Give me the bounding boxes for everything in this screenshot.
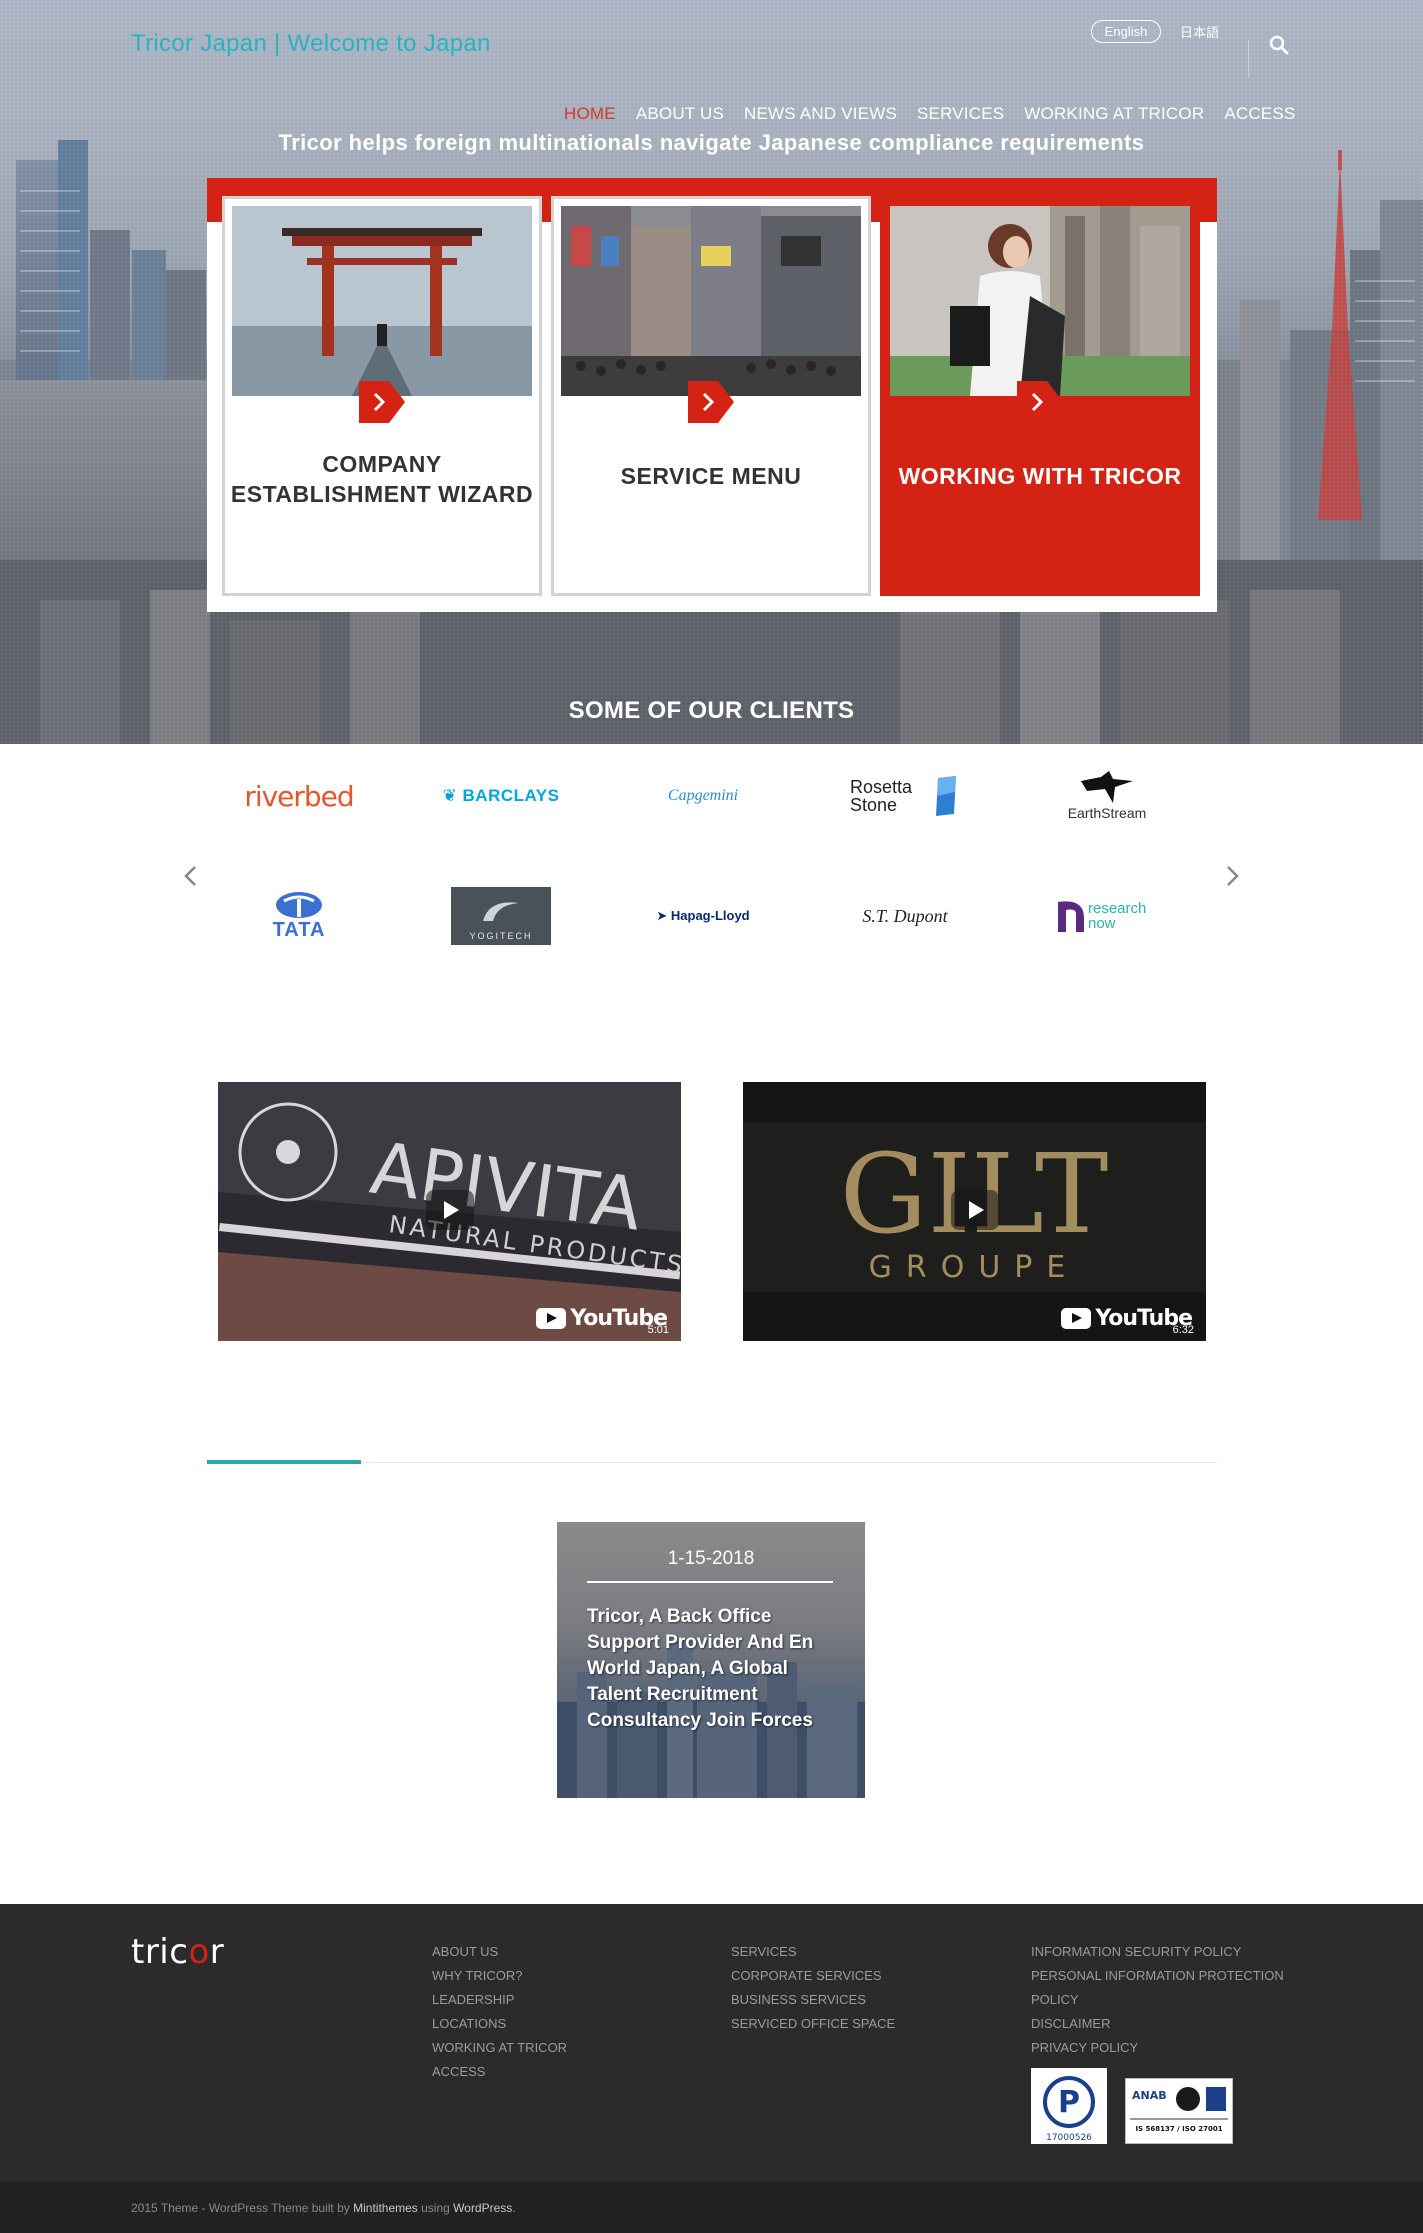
nav-services[interactable]: SERVICES — [917, 104, 1004, 124]
svg-text:17000526: 17000526 — [1046, 2133, 1092, 2143]
client-logo-capgemini: Capgemini — [667, 787, 739, 804]
video-duration: 5:01 — [647, 1324, 669, 1336]
video-duration: 6:32 — [1172, 1324, 1194, 1336]
footer-logo[interactable]: tricor — [131, 1932, 224, 1972]
language-english-button[interactable]: English — [1091, 20, 1161, 43]
client-logo-st-dupont: S.T. Dupont — [862, 905, 948, 926]
client-logo-tata: TATA — [234, 884, 364, 948]
copyright-text: 2015 Theme - WordPress Theme built by Mi… — [131, 2201, 516, 2215]
card-label: SERVICE MENU — [620, 463, 802, 489]
card-arrow-icon — [359, 381, 405, 423]
author-link[interactable]: Mintithemes — [353, 2201, 418, 2215]
client-logo-riverbed: riverbed — [244, 779, 354, 813]
card-label: WORKING WITH TRICOR — [898, 463, 1182, 489]
video-gilt-groupe[interactable]: GILT GROUPE YouTube 6:32 — [743, 1082, 1206, 1341]
video-sub-text: GROUPE — [869, 1250, 1080, 1285]
nav-working-at-tricor[interactable]: WORKING AT TRICOR — [1024, 104, 1204, 124]
card-label: COMPANY ESTABLISHMENT WIZARD — [230, 451, 534, 507]
torii-gate-photo — [232, 206, 532, 396]
card-arrow-icon — [688, 381, 734, 423]
nav-home[interactable]: HOME — [564, 104, 616, 124]
client-logo-yogitech: YOGITECH — [436, 884, 566, 948]
clients-carousel: riverbed ❦ BARCLAYS Capgemini Rosetta St… — [0, 744, 1423, 984]
news-divider-accent — [207, 1460, 361, 1464]
card-working-with-tricor[interactable]: WORKING WITH TRICOR — [880, 196, 1200, 596]
footer-link-services[interactable]: SERVICES — [731, 1940, 895, 1964]
footer-link-working-at-tricor[interactable]: WORKING AT TRICOR — [432, 2036, 567, 2060]
copyright-bar: 2015 Theme - WordPress Theme built by Mi… — [0, 2182, 1423, 2233]
footer-link-about-us[interactable]: ABOUT US — [432, 1940, 567, 1964]
iso-certification-badge: ANAB IS 568137 / ISO 27001 — [1125, 2078, 1233, 2144]
card-arrow-icon — [1017, 381, 1063, 423]
footer: tricor ABOUT US WHY TRICOR? LEADERSHIP L… — [0, 1904, 1423, 2182]
footer-link-access[interactable]: ACCESS — [432, 2060, 567, 2084]
client-logo-earthstream: EarthStream — [1042, 764, 1172, 828]
video-apivita[interactable]: APIVITA NATURAL PRODUCTS YouTube 5:01 — [218, 1082, 681, 1341]
nav-news-and-views[interactable]: NEWS AND VIEWS — [744, 104, 897, 124]
card-company-establishment-wizard[interactable]: COMPANY ESTABLISHMENT WIZARD — [222, 196, 542, 596]
header-divider — [1248, 40, 1249, 78]
footer-column-policies: INFORMATION SECURITY POLICY PERSONAL INF… — [1031, 1940, 1284, 2060]
footer-link-business-services[interactable]: BUSINESS SERVICES — [731, 1988, 895, 2012]
nav-access[interactable]: ACCESS — [1224, 104, 1295, 124]
footer-link-information-security-policy[interactable]: INFORMATION SECURITY POLICY — [1031, 1940, 1284, 1964]
hero-tagline: Tricor helps foreign multinationals navi… — [278, 130, 1145, 155]
footer-link-leadership[interactable]: LEADERSHIP — [432, 1988, 567, 2012]
footer-link-policy[interactable]: POLICY — [1031, 1988, 1284, 2012]
businesswoman-photo — [890, 206, 1190, 396]
footer-link-locations[interactable]: LOCATIONS — [432, 2012, 567, 2036]
nav-about-us[interactable]: ABOUT US — [636, 104, 724, 124]
footer-link-privacy-policy[interactable]: PRIVACY POLICY — [1031, 2036, 1284, 2060]
footer-link-serviced-office-space[interactable]: SERVICED OFFICE SPACE — [731, 2012, 895, 2036]
play-icon[interactable] — [951, 1190, 999, 1230]
footer-column-about: ABOUT US WHY TRICOR? LEADERSHIP LOCATION… — [432, 1940, 567, 2084]
main-nav: HOME ABOUT US NEWS AND VIEWS SERVICES WO… — [564, 104, 1315, 124]
client-logo-research-now: research now — [1042, 884, 1172, 948]
footer-column-services: SERVICES CORPORATE SERVICES BUSINESS SER… — [731, 1940, 895, 2036]
search-icon[interactable] — [1268, 34, 1290, 56]
privacy-mark-badge: P 17000526 — [1031, 2068, 1107, 2144]
svg-text:P: P — [1058, 2085, 1080, 2120]
chevron-right-icon[interactable] — [1222, 864, 1242, 888]
wordpress-link[interactable]: WordPress — [453, 2201, 512, 2215]
site-title[interactable]: Tricor Japan | Welcome to Japan — [131, 30, 491, 58]
clients-heading: SOME OF OUR CLIENTS — [568, 697, 855, 724]
svg-text:IS 568137 / ISO 27001: IS 568137 / ISO 27001 — [1135, 2125, 1222, 2133]
play-icon[interactable] — [426, 1190, 474, 1230]
chevron-left-icon[interactable] — [181, 864, 201, 888]
footer-link-why-tricor[interactable]: WHY TRICOR? — [432, 1964, 567, 1988]
client-logo-hapag-lloyd: ➤ Hapag-Lloyd — [656, 908, 750, 923]
client-logo-barclays: ❦ BARCLAYS — [442, 786, 560, 805]
news-rule — [587, 1581, 833, 1583]
feature-cards: COMPANY ESTABLISHMENT WIZARD SERVICE MEN… — [207, 178, 1217, 612]
shibuya-street-photo — [561, 206, 861, 396]
news-title[interactable]: Tricor, A Back Office Support Provider A… — [587, 1604, 837, 1734]
card-service-menu[interactable]: SERVICE MENU — [551, 196, 871, 596]
news-card[interactable]: 1-15-2018 Tricor, A Back Office Support … — [557, 1522, 865, 1798]
footer-link-disclaimer[interactable]: DISCLAIMER — [1031, 2012, 1284, 2036]
footer-link-corporate-services[interactable]: CORPORATE SERVICES — [731, 1964, 895, 1988]
footer-link-personal-information-protection[interactable]: PERSONAL INFORMATION PROTECTION — [1031, 1964, 1284, 1988]
news-date: 1-15-2018 — [667, 1548, 755, 1569]
client-logo-rosetta-stone: Rosetta Stone — [840, 764, 970, 828]
svg-text:ANAB: ANAB — [1132, 2089, 1167, 2102]
language-japanese-link[interactable]: 日本語 — [1180, 22, 1219, 41]
